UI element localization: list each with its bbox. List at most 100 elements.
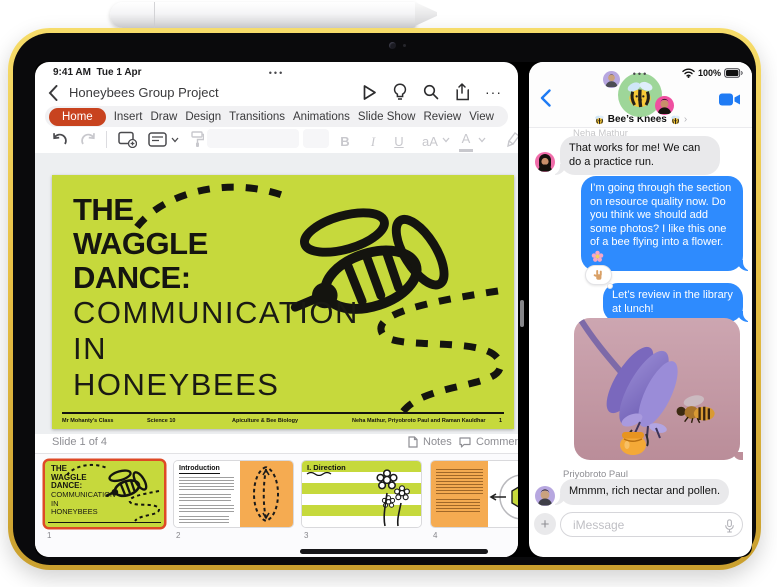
sender-avatar-neha[interactable] bbox=[535, 152, 555, 172]
thumbnail-slide-3[interactable]: I. Direction bbox=[302, 461, 421, 527]
title-line: COMMUNICATION bbox=[73, 295, 359, 330]
footer-page-number: 1 bbox=[498, 418, 502, 424]
thumb2-text-pane: Introduction bbox=[174, 461, 240, 527]
thumb4-text-pane bbox=[431, 461, 488, 527]
toolbar-divider bbox=[106, 131, 107, 148]
search-icon[interactable] bbox=[423, 84, 439, 100]
font-color-button[interactable]: A bbox=[459, 128, 473, 152]
slide-title-bold: THE WAGGLE DANCE: bbox=[73, 193, 208, 295]
slide-1-editor[interactable]: THE WAGGLE DANCE: COMMUNICATION IN HONEY… bbox=[52, 175, 514, 429]
underline-button[interactable]: U bbox=[392, 128, 406, 155]
new-slide-icon[interactable] bbox=[118, 131, 137, 148]
apple-pencil-tip bbox=[415, 2, 437, 26]
tab-home[interactable]: Home bbox=[49, 107, 106, 126]
tab-review[interactable]: Review bbox=[423, 111, 461, 123]
notes-label: Notes bbox=[423, 436, 452, 448]
honey-pot-emoji-icon bbox=[620, 432, 646, 455]
thumbnail-slide-2[interactable]: Introduction bbox=[174, 461, 293, 527]
notes-icon bbox=[408, 436, 418, 448]
ideas-lightbulb-icon[interactable] bbox=[393, 83, 407, 101]
photo-message-bee-flower[interactable] bbox=[574, 318, 740, 460]
more-options-icon[interactable]: ··· bbox=[485, 84, 502, 100]
title-line: HONEYBEES bbox=[73, 367, 280, 402]
split-view-divider-handle[interactable] bbox=[520, 300, 524, 327]
tab-design[interactable]: Design bbox=[185, 111, 221, 123]
footer-course: Science 10 bbox=[147, 418, 176, 424]
camera-sensor bbox=[403, 44, 406, 47]
multitask-indicator[interactable]: ••• bbox=[529, 69, 752, 79]
home-indicator[interactable] bbox=[300, 549, 488, 554]
message-bubble-sent[interactable]: Let’s review in the library at lunch! bbox=[603, 283, 752, 322]
chevron-right-icon: › bbox=[683, 114, 688, 125]
message-bubble-sent[interactable]: I’m going through the section on resourc… bbox=[581, 176, 752, 271]
tab-slideshow[interactable]: Slide Show bbox=[358, 111, 416, 123]
share-icon[interactable] bbox=[455, 83, 469, 101]
pencil-seam bbox=[154, 2, 155, 28]
thumb2-paragraph bbox=[179, 494, 231, 502]
bold-button[interactable]: B bbox=[338, 128, 352, 155]
thumb3-underline-scribble bbox=[306, 471, 332, 476]
chevron-down-icon[interactable] bbox=[442, 137, 450, 143]
composer-plus-button[interactable]: + bbox=[534, 513, 556, 535]
italic-button[interactable]: I bbox=[366, 128, 380, 155]
imessage-input[interactable] bbox=[571, 514, 711, 535]
chevron-down-icon[interactable] bbox=[171, 137, 179, 143]
font-size-field[interactable] bbox=[303, 129, 329, 148]
tab-insert[interactable]: Insert bbox=[114, 111, 143, 123]
ipad-device: 9:41 AM Tue 1 Apr ••• Honeybees Group Pr… bbox=[8, 28, 761, 570]
thumb2-paragraph bbox=[179, 505, 234, 513]
thumb3-flower-doodles bbox=[376, 469, 410, 527]
tapback-tail-dot bbox=[607, 283, 613, 289]
group-member-avatar[interactable] bbox=[655, 96, 674, 115]
back-chevron-icon[interactable] bbox=[540, 89, 551, 107]
apple-pencil bbox=[110, 2, 416, 28]
facetime-video-icon[interactable] bbox=[719, 93, 741, 106]
tab-draw[interactable]: Draw bbox=[150, 111, 177, 123]
thumb1-title-bold: THE WAGGLE DANCE: bbox=[51, 464, 87, 491]
dashed-bee-trail-right bbox=[377, 287, 504, 416]
tab-transitions[interactable]: Transitions bbox=[229, 111, 285, 123]
thumb1-title-light: COMMUNICATION IN HONEYBEES bbox=[51, 490, 116, 517]
tapback-reaction-bubble[interactable] bbox=[585, 265, 612, 285]
thumb4-diagram bbox=[488, 461, 518, 527]
footer-authors: Neha Mathur, Priyobroto Paul and Raman K… bbox=[352, 418, 486, 424]
thumb4-paragraph bbox=[436, 499, 480, 513]
thumbnail-slide-1[interactable]: THE WAGGLE DANCE: COMMUNICATION IN HONEY… bbox=[45, 461, 164, 527]
present-play-icon[interactable] bbox=[362, 84, 377, 101]
thumb-number: 4 bbox=[433, 531, 438, 540]
multitask-indicator[interactable]: ••• bbox=[35, 68, 518, 78]
thumb-number: 1 bbox=[47, 531, 52, 540]
sender-avatar-priyobroto[interactable] bbox=[535, 486, 555, 506]
message-text: I’m going through the section on resourc… bbox=[590, 182, 732, 248]
comments-toggle[interactable]: Comments bbox=[459, 436, 518, 448]
thumbnail-slide-4[interactable] bbox=[431, 461, 518, 527]
slide-layout-icon[interactable] bbox=[148, 132, 168, 147]
highlighter-icon[interactable] bbox=[505, 131, 518, 148]
ribbon-tab-bar: Home Insert Draw Design Transitions Anim… bbox=[45, 106, 508, 127]
text-size-button[interactable]: aA bbox=[420, 128, 440, 155]
thumb4-paragraph bbox=[436, 469, 483, 495]
messages-app-window: 100% ••• Neha Mathur Bee’s Knees › That … bbox=[529, 62, 752, 557]
comments-icon bbox=[459, 436, 471, 448]
composer-field[interactable] bbox=[560, 512, 743, 537]
powerpoint-app-window: 9:41 AM Tue 1 Apr ••• Honeybees Group Pr… bbox=[35, 62, 518, 557]
message-bubble-received[interactable]: Mmmm, rich nectar and pollen. bbox=[549, 479, 729, 505]
tab-view[interactable]: View bbox=[469, 111, 494, 123]
love-you-gesture-emoji-icon bbox=[592, 269, 605, 282]
chevron-down-icon[interactable] bbox=[478, 137, 486, 143]
ipad-screen: 9:41 AM Tue 1 Apr ••• Honeybees Group Pr… bbox=[35, 62, 752, 557]
back-chevron-icon[interactable] bbox=[48, 85, 58, 101]
format-painter-icon[interactable] bbox=[190, 131, 204, 148]
tab-animations[interactable]: Animations bbox=[293, 111, 350, 123]
title-line: WAGGLE bbox=[73, 226, 208, 261]
font-name-field[interactable] bbox=[207, 129, 299, 148]
undo-icon[interactable] bbox=[51, 132, 68, 147]
cherry-blossom-emoji-icon bbox=[591, 250, 604, 263]
message-bubble-received[interactable]: That works for me! We can do a practice … bbox=[549, 136, 720, 175]
document-title[interactable]: Honeybees Group Project bbox=[69, 85, 219, 100]
microphone-icon[interactable] bbox=[725, 519, 734, 533]
title-line: DANCE: bbox=[73, 260, 191, 295]
thumb1-footer bbox=[48, 522, 161, 525]
redo-icon[interactable] bbox=[80, 132, 97, 147]
notes-toggle[interactable]: Notes bbox=[408, 436, 452, 448]
